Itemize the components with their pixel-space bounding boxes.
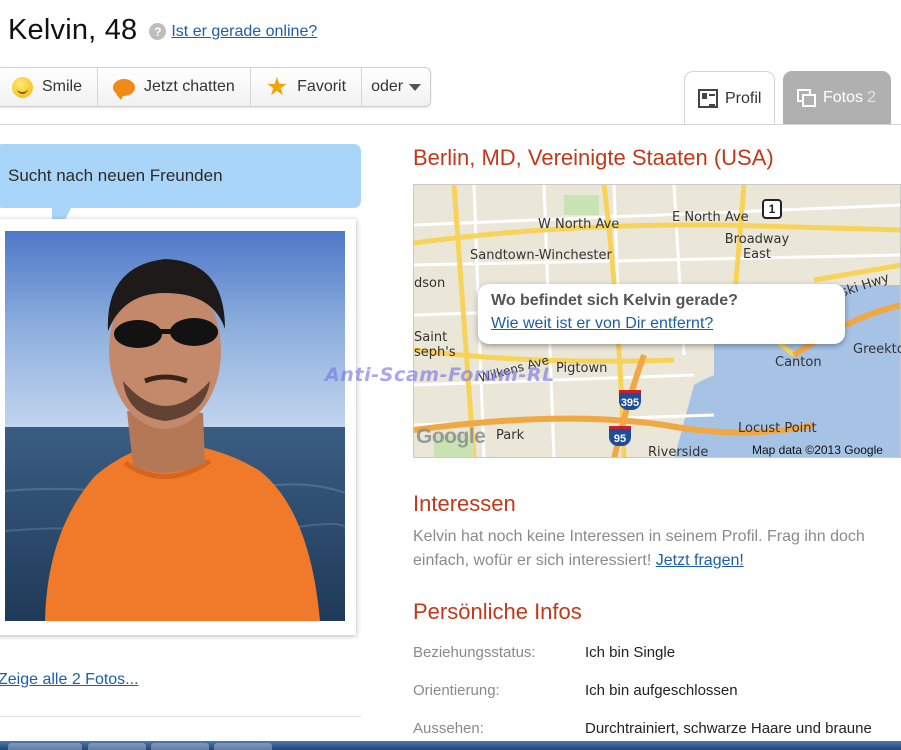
- tab-divider: [0, 124, 901, 125]
- popup-title: Wo befindet sich Kelvin gerade?: [491, 292, 738, 309]
- left-divider: [0, 716, 361, 717]
- map-credit: Map data ©2013 Google: [752, 443, 883, 457]
- us-route-shield-icon: 1: [762, 199, 782, 219]
- map-label-canton: Canton: [775, 355, 822, 370]
- tab-profile[interactable]: Profil: [684, 71, 775, 125]
- map-label-e-north-ave: E North Ave: [672, 210, 749, 225]
- appearance-value: Durchtrainiert, schwarze Haare und braun…: [585, 720, 872, 737]
- online-status-link[interactable]: Ist er gerade online?: [171, 23, 317, 41]
- more-label: oder: [371, 78, 404, 95]
- map-info-popup: Wo befindet sich Kelvin gerade? Wie weit…: [478, 284, 845, 344]
- smile-icon: [12, 76, 33, 98]
- taskbar-button[interactable]: [151, 743, 209, 750]
- relationship-status-label: Beziehungsstatus:: [413, 644, 536, 661]
- status-speech-bubble: Sucht nach neuen Freunden: [0, 144, 361, 246]
- star-icon: ★: [265, 72, 289, 101]
- interstate-shield-icon: 395: [619, 390, 641, 410]
- tab-photos[interactable]: Fotos 2: [783, 71, 891, 125]
- interests-text: Kelvin hat noch keine Interessen in sein…: [413, 525, 888, 573]
- orientation-value: Ich bin aufgeschlossen: [585, 682, 738, 699]
- map-label-sandtown: Sandtown-Winchester: [470, 248, 612, 263]
- chat-label: Jetzt chatten: [144, 78, 235, 95]
- smile-label: Smile: [42, 78, 83, 95]
- profile-photo[interactable]: [5, 231, 345, 621]
- photos-count-badge: 2: [867, 89, 876, 106]
- status-text: Sucht nach neuen Freunden: [8, 166, 223, 185]
- map-label-saint-josephs: Saint seph's: [414, 330, 456, 360]
- map-label-broadway-east: Broadway East: [724, 232, 790, 262]
- map-label-riverside: Riverside: [648, 445, 709, 460]
- chevron-down-icon: [409, 83, 422, 91]
- chat-bubble-icon: [113, 78, 136, 100]
- map-label-pigtown: Pigtown: [556, 361, 608, 376]
- favorite-button[interactable]: ★ Favorit: [251, 68, 363, 106]
- location-heading: Berlin, MD, Vereinigte Staaten (USA): [413, 145, 774, 170]
- map-label-greekto: Greekto: [853, 342, 901, 357]
- google-logo: Google: [416, 425, 486, 448]
- taskbar-button[interactable]: [88, 743, 146, 750]
- help-icon[interactable]: ?: [149, 23, 167, 40]
- more-dropdown[interactable]: oder: [362, 68, 430, 106]
- profile-name-age: Kelvin, 48: [8, 14, 138, 46]
- distance-link[interactable]: Wie weit ist er von Dir entfernt?: [491, 315, 832, 333]
- map-label-locust-point: Locust Point: [738, 421, 817, 436]
- taskbar-button[interactable]: [8, 743, 82, 750]
- interests-body: Kelvin hat noch keine Interessen in sein…: [413, 528, 865, 569]
- action-toolbar: Smile Jetzt chatten ★ Favorit oder: [0, 67, 432, 107]
- tab-photos-label: Fotos: [823, 89, 864, 106]
- interests-heading: Interessen: [413, 491, 516, 516]
- ask-interests-link[interactable]: Jetzt fragen!: [656, 552, 744, 569]
- personal-info-heading: Persönliche Infos: [413, 599, 582, 624]
- profile-card-icon: [698, 89, 718, 108]
- orientation-label: Orientierung:: [413, 682, 500, 699]
- map-label-w-north-ave: W North Ave: [538, 217, 620, 232]
- appearance-label: Aussehen:: [413, 720, 484, 737]
- profile-photo-frame: [0, 219, 356, 635]
- show-all-photos-link[interactable]: Zeige alle 2 Fotos...: [0, 671, 139, 689]
- map-label-park: Park: [496, 428, 525, 443]
- photos-stack-icon: [797, 88, 817, 108]
- relationship-status-value: Ich bin Single: [585, 644, 676, 661]
- profile-header: Kelvin, 48 ? Ist er gerade online?: [8, 14, 317, 47]
- taskbar-button[interactable]: [214, 743, 272, 750]
- favorite-label: Favorit: [297, 78, 347, 95]
- smile-button[interactable]: Smile: [0, 68, 99, 106]
- map-label-dson: dson: [414, 276, 446, 291]
- tab-profile-label: Profil: [725, 89, 762, 107]
- interstate-shield-icon: 95: [609, 426, 631, 446]
- chat-button[interactable]: Jetzt chatten: [98, 68, 251, 106]
- watermark: Anti-Scam-Forum-RL: [325, 364, 555, 386]
